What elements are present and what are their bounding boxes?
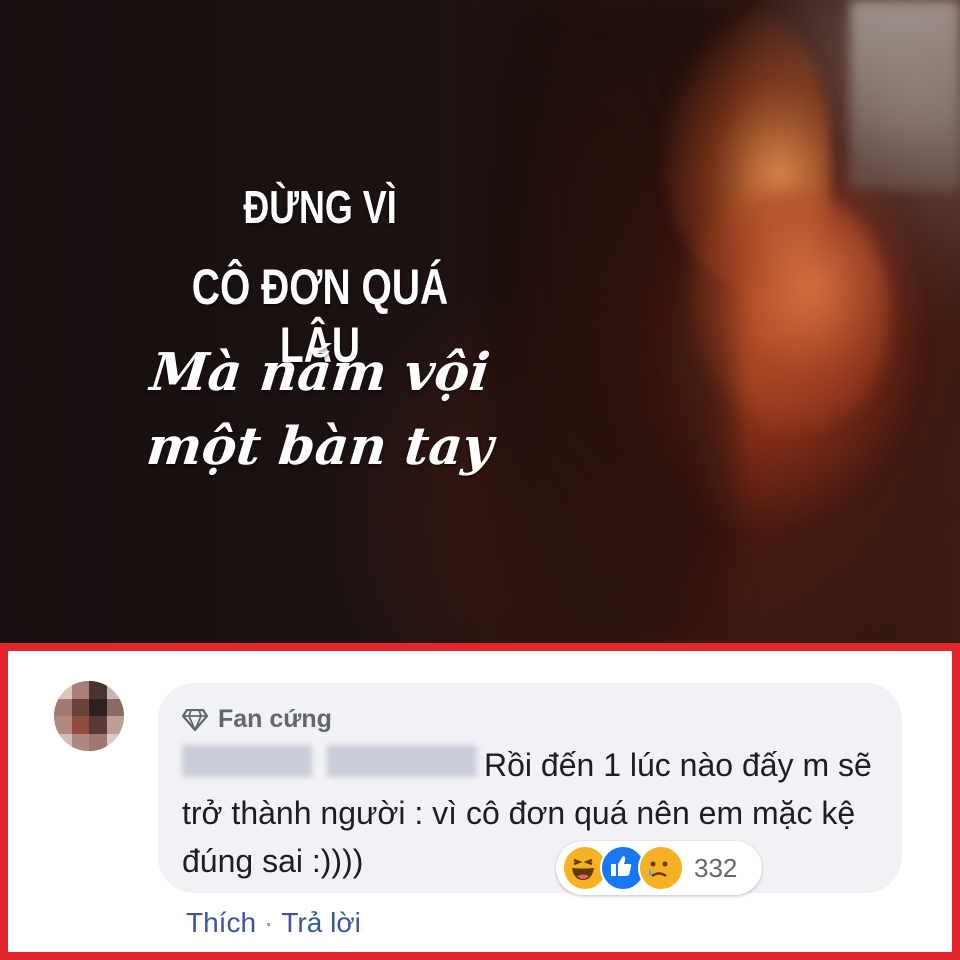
sad-icon [638,845,684,891]
comment-bubble: Fan cứng Rồi đến 1 lúc nào đấy m sẽ trở … [158,683,902,893]
poster-line-1: ĐỪNG VÌ [243,181,397,233]
reply-link[interactable]: Trả lời [281,907,361,939]
badge-label: Fan cứng [218,705,332,733]
reaction-summary[interactable]: 332 [556,841,762,895]
comment-text: Rồi đến 1 lúc nào đấy m sẽ trở thành ngư… [182,747,872,879]
background-window [850,0,960,190]
fan-badge: Fan cứng [182,705,332,734]
diamond-icon [182,708,208,731]
comment-screenshot-frame: Fan cứng Rồi đến 1 lúc nào đấy m sẽ trở … [0,643,960,960]
like-link[interactable]: Thích [186,907,256,939]
reaction-count: 332 [694,852,738,883]
comment-actions: Thích · Trả lời [186,907,361,939]
avatar[interactable] [54,681,124,751]
action-separator: · [264,907,274,938]
poster-line-3: Mà nắm vội [147,342,493,403]
poster-line-4: một bàn tay [143,416,497,477]
poster-image: ĐỪNG VÌ CÔ ĐƠN QUÁ LÂU Mà nắm vội một bà… [0,0,960,643]
